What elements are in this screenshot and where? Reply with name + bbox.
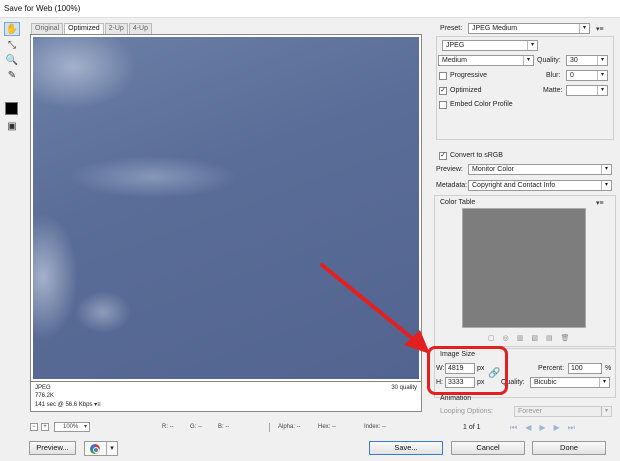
image-size-highlight: [427, 346, 508, 395]
annotation-arrow: [320, 263, 430, 354]
